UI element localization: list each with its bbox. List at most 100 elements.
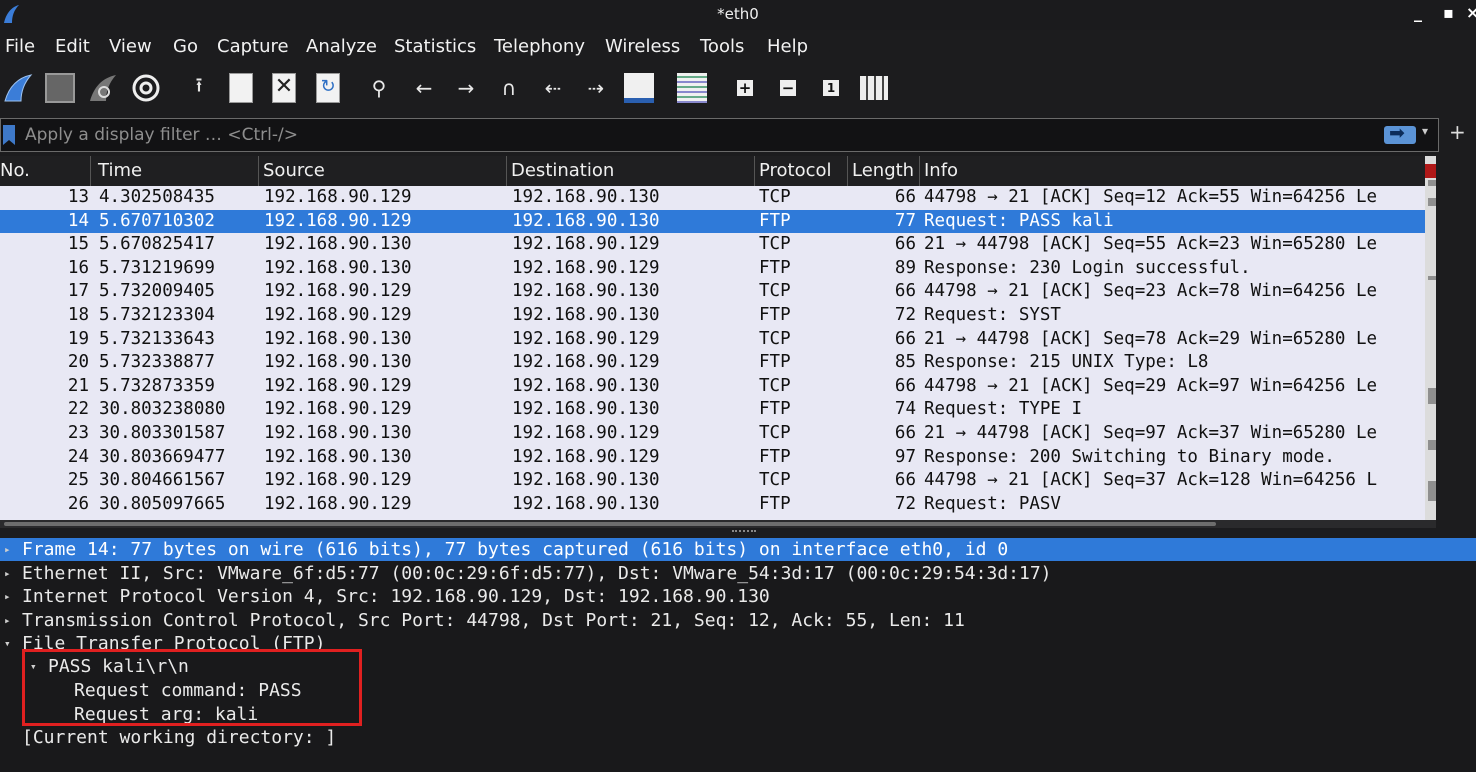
table-row[interactable]: 13 4.302508435 192.168.90.129 192.168.90.13…: [0, 186, 1425, 210]
save-file-icon[interactable]: [224, 68, 258, 108]
zoom-out-icon[interactable]: −: [771, 68, 805, 108]
cell-dst: 192.168.90.130: [512, 375, 660, 396]
minimap-mark: [1428, 276, 1436, 280]
scrollbar-thumb[interactable]: [4, 522, 1216, 526]
menu-help[interactable]: Help: [767, 36, 808, 57]
cell-info: Request: PASV: [924, 493, 1061, 514]
expand-arrow-icon[interactable]: ▸: [4, 609, 11, 632]
go-forward-icon[interactable]: →: [449, 68, 483, 108]
stop-capture-icon[interactable]: [43, 68, 77, 108]
detail-tree-row[interactable]: ▸ Transmission Control Protocol, Src Port…: [0, 609, 1476, 632]
detail-row-text: File Transfer Protocol (FTP): [22, 633, 326, 655]
detail-tree-row[interactable]: Request command: PASS: [0, 679, 1476, 702]
table-row[interactable]: 22 30.803238080 192.168.90.129 192.168.90.1…: [0, 398, 1425, 422]
column-header-destination[interactable]: Destination: [507, 156, 755, 186]
colorize-icon[interactable]: [675, 68, 709, 108]
collapse-arrow-icon[interactable]: ▾: [4, 632, 11, 655]
detail-tree-row[interactable]: ▾ PASS kali\r\n: [0, 655, 1476, 678]
autoscroll-icon[interactable]: [622, 68, 656, 108]
cell-info: Request: PASS kali: [924, 210, 1114, 231]
menu-tools[interactable]: Tools: [700, 36, 744, 57]
minimap-mark: [1428, 198, 1436, 206]
menu-wireless[interactable]: Wireless: [605, 36, 680, 57]
table-row[interactable]: 16 5.731219699 192.168.90.130 192.168.90.12…: [0, 257, 1425, 281]
cell-src: 192.168.90.129: [264, 493, 412, 514]
menu-analyze[interactable]: Analyze: [306, 36, 377, 57]
table-row[interactable]: 20 5.732338877 192.168.90.130 192.168.90.12…: [0, 351, 1425, 375]
cell-info: 44798 → 21 [ACK] Seq=12 Ack=55 Win=64256…: [924, 187, 1378, 207]
zoom-in-icon[interactable]: +: [728, 68, 762, 108]
cell-info: Response: 215 UNIX Type: L8: [924, 352, 1209, 373]
menu-telephony[interactable]: Telephony: [494, 36, 585, 57]
last-packet-icon[interactable]: ⇢: [579, 68, 613, 108]
table-row[interactable]: 21 5.732873359 192.168.90.129 192.168.90.13…: [0, 375, 1425, 399]
pane-splitter-handle[interactable]: [732, 530, 756, 536]
detail-tree-row[interactable]: ▾ File Transfer Protocol (FTP): [0, 632, 1476, 655]
reload-file-icon[interactable]: ↻: [311, 68, 345, 108]
minimap-mark: [1428, 481, 1436, 501]
column-header-protocol[interactable]: Protocol: [755, 156, 848, 186]
menu-file[interactable]: File: [5, 36, 35, 57]
filter-history-dropdown-icon[interactable]: ▾: [1422, 124, 1428, 138]
cell-dst: 192.168.90.129: [512, 446, 660, 467]
detail-row-text: Request arg: kali: [74, 704, 259, 725]
display-filter-input[interactable]: [25, 123, 1365, 147]
cell-dst: 192.168.90.130: [512, 210, 660, 231]
normal-size-icon[interactable]: 1: [814, 68, 848, 108]
resize-columns-icon[interactable]: [857, 68, 891, 108]
go-to-packet-icon[interactable]: ∩: [492, 68, 526, 108]
apply-filter-icon[interactable]: [1384, 122, 1416, 144]
cell-len: 89: [894, 257, 916, 278]
table-row[interactable]: 19 5.732133643 192.168.90.130 192.168.90.12…: [0, 328, 1425, 352]
column-header-info[interactable]: Info: [920, 156, 1425, 186]
capture-options-icon[interactable]: [129, 68, 163, 108]
scrollbar-selection-marker: [1425, 164, 1436, 178]
filter-bookmark-icon[interactable]: [3, 125, 15, 145]
table-row[interactable]: 15 5.670825417 192.168.90.130 192.168.90.12…: [0, 233, 1425, 257]
table-row[interactable]: 24 30.803669477 192.168.90.130 192.168.90.1…: [0, 446, 1425, 470]
collapse-arrow-icon[interactable]: ▾: [30, 655, 37, 678]
packet-list-horizontal-scrollbar[interactable]: [0, 520, 1436, 528]
detail-tree-row[interactable]: ▸ Ethernet II, Src: VMware_6f:d5:77 (00:0…: [0, 562, 1476, 585]
find-packet-icon[interactable]: ⚲: [362, 68, 396, 108]
packet-list-scrollbar[interactable]: [1425, 156, 1436, 520]
filter-box: ▾: [0, 118, 1439, 152]
column-header-time[interactable]: Time: [94, 156, 259, 186]
expand-arrow-icon[interactable]: ▸: [4, 562, 11, 585]
table-row[interactable]: 25 30.804661567 192.168.90.129 192.168.90.1…: [0, 469, 1425, 493]
maximize-button[interactable]: ▪: [1443, 3, 1454, 22]
cell-len: 72: [894, 304, 916, 325]
cell-info: 21 → 44798 [ACK] Seq=55 Ack=23 Win=65280…: [924, 234, 1378, 255]
expand-arrow-icon[interactable]: ▸: [4, 538, 11, 561]
menu-view[interactable]: View: [109, 36, 152, 57]
cell-proto: TCP: [759, 187, 791, 207]
table-row[interactable]: 14 5.670710302 192.168.90.129 192.168.90.13…: [0, 209, 1425, 234]
open-file-icon[interactable]: ⭱: [182, 68, 216, 108]
detail-tree-row[interactable]: [Current working directory: ]: [0, 726, 1476, 749]
detail-tree-row[interactable]: ▸ Frame 14: 77 bytes on wire (616 bits), …: [0, 538, 1476, 561]
go-back-icon[interactable]: ←: [407, 68, 441, 108]
first-packet-icon[interactable]: ⇠: [536, 68, 570, 108]
menu-statistics[interactable]: Statistics: [394, 36, 476, 57]
cell-time: 5.732338877: [99, 352, 215, 373]
detail-tree-row[interactable]: ▸ Internet Protocol Version 4, Src: 192.1…: [0, 585, 1476, 608]
menu-capture[interactable]: Capture: [217, 36, 289, 57]
start-capture-icon[interactable]: [1, 68, 35, 108]
table-row[interactable]: 26 30.805097665 192.168.90.129 192.168.90.1…: [0, 493, 1425, 517]
detail-tree-row[interactable]: Request arg: kali: [0, 703, 1476, 726]
column-header-length[interactable]: Length: [848, 156, 920, 186]
column-header-source[interactable]: Source: [259, 156, 507, 186]
cell-no: 23: [67, 422, 89, 443]
close-file-icon[interactable]: ✕: [267, 68, 301, 108]
table-row[interactable]: 17 5.732009405 192.168.90.129 192.168.90.13…: [0, 280, 1425, 304]
column-header-no[interactable]: No.: [0, 156, 91, 186]
table-row[interactable]: 18 5.732123304 192.168.90.129 192.168.90.13…: [0, 304, 1425, 328]
restart-capture-icon[interactable]: [86, 68, 120, 108]
table-row[interactable]: 23 30.803301587 192.168.90.130 192.168.90.1…: [0, 422, 1425, 446]
menu-edit[interactable]: Edit: [55, 36, 90, 57]
add-filter-button-icon[interactable]: +: [1449, 120, 1466, 144]
menu-go[interactable]: Go: [173, 36, 198, 57]
close-button[interactable]: ×: [1466, 3, 1476, 22]
expand-arrow-icon[interactable]: ▸: [4, 585, 11, 608]
minimize-button[interactable]: _: [1414, 3, 1422, 22]
